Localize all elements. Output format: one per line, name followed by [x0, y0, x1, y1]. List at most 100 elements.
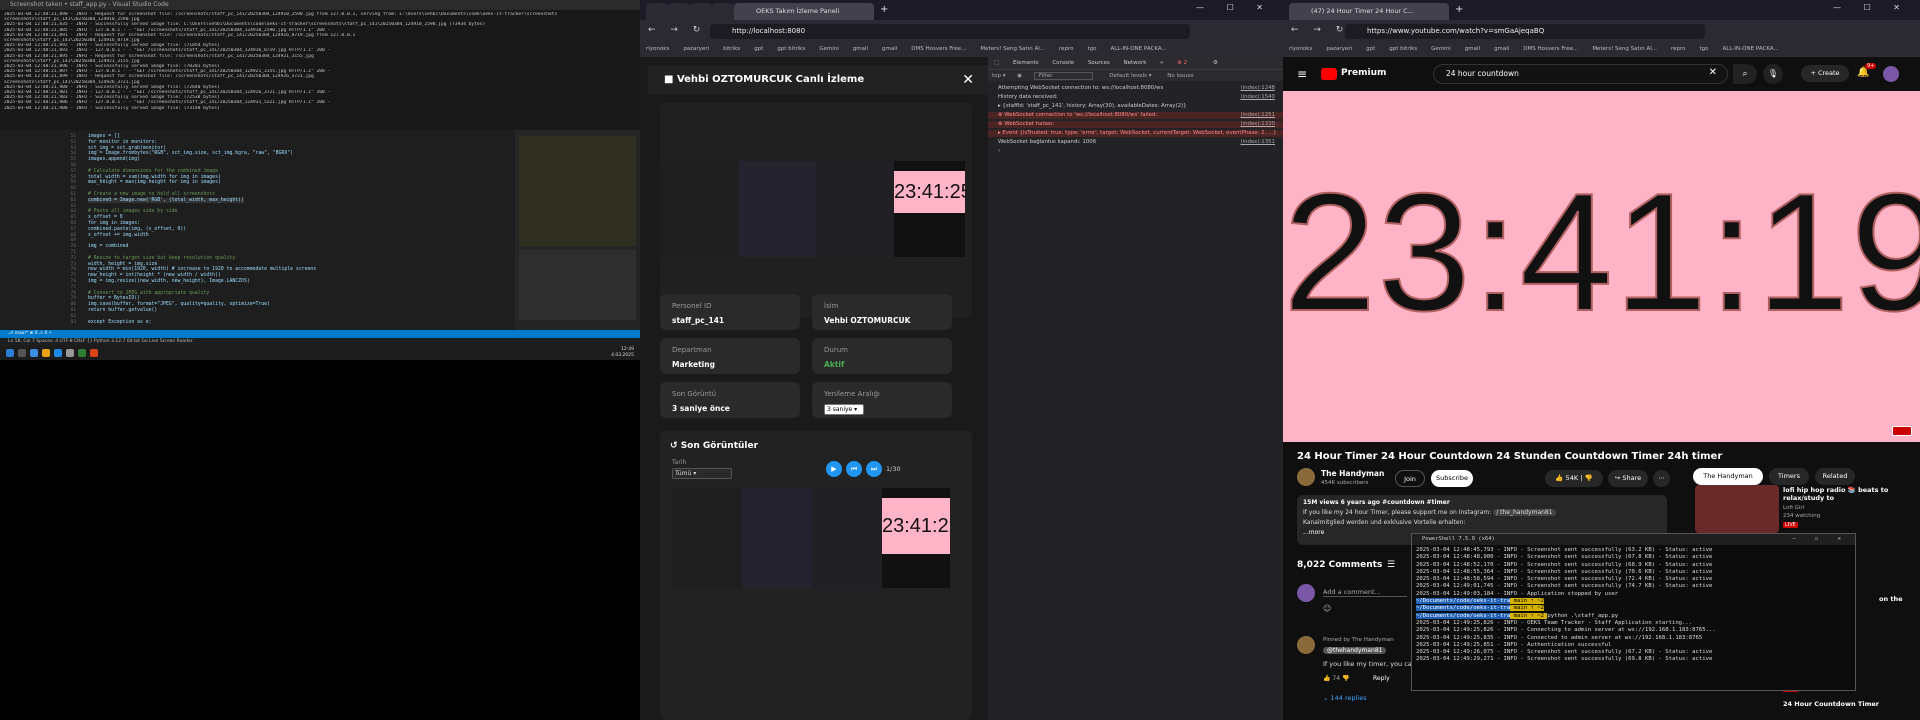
bookmark-item[interactable]: gpt	[1366, 46, 1375, 52]
share-button[interactable]: ↪ Share	[1608, 470, 1648, 487]
window-controls[interactable]: — ☐ ✕	[1833, 3, 1910, 12]
side-video-thumbnail[interactable]	[1695, 485, 1779, 533]
explorer-icon[interactable]	[42, 349, 50, 357]
terminal-icon[interactable]	[78, 349, 86, 357]
bookmark-item[interactable]: pazaryeri	[683, 46, 709, 52]
bookmark-item[interactable]: bitriks	[723, 46, 740, 52]
browser-tab[interactable]	[646, 3, 668, 20]
edge-icon[interactable]	[30, 349, 38, 357]
url-input[interactable]: http://localhost:8080	[710, 24, 1190, 39]
refresh-select[interactable]: 3 saniye ▾	[824, 404, 864, 415]
search-icon[interactable]: ⌕	[1733, 64, 1757, 84]
replies-toggle[interactable]: ⌄ 144 replies	[1323, 694, 1367, 702]
context-select[interactable]: top ▾	[992, 73, 1006, 79]
source-link[interactable]: (index):1540	[1241, 94, 1276, 101]
reply-button[interactable]: Reply	[1373, 675, 1390, 682]
editor-info-bar[interactable]: Ln 58, Col 7 Spaces: 4 UTF-8 CRLF {} Pyt…	[0, 338, 640, 346]
firefox-icon[interactable]	[90, 349, 98, 357]
tab-console[interactable]: Console	[1052, 60, 1074, 66]
date-filter-select[interactable]: Tümü ▾	[672, 468, 732, 479]
tab-sources[interactable]: Sources	[1088, 60, 1110, 66]
show-more-link[interactable]: ...more	[1303, 529, 1324, 536]
bookmark-item[interactable]: DMS Hosvers Free...	[1523, 46, 1578, 52]
bookmark-item[interactable]: gpt	[754, 46, 763, 52]
start-icon[interactable]	[6, 349, 14, 357]
chip-the-handyman[interactable]: The Handyman	[1693, 468, 1763, 485]
avatar[interactable]	[1883, 66, 1899, 82]
window-controls[interactable]: — ☐ ✕	[1196, 3, 1273, 12]
source-link[interactable]: (index):1351	[1241, 139, 1276, 146]
browser-tab[interactable]	[690, 3, 712, 20]
browser-tab-active[interactable]: (47) 24 Hour Timer 24 Hour C...	[1289, 3, 1449, 20]
sort-icon[interactable]: ☰	[1387, 560, 1395, 570]
bookmark-item[interactable]: gpt bitriks	[777, 46, 805, 52]
bookmark-item[interactable]: tgo	[1700, 46, 1709, 52]
bookmark-item[interactable]: riyonoks	[1289, 46, 1312, 52]
app-icon[interactable]	[66, 349, 74, 357]
search-input[interactable]: 24 hour countdown	[1446, 69, 1519, 78]
prev-button[interactable]: ⏮	[846, 461, 862, 477]
clock[interactable]: 12:49 4.03.2025	[611, 347, 634, 358]
menu-icon[interactable]: ≡	[1297, 67, 1307, 81]
bookmark-item[interactable]: pazaryeri	[1326, 46, 1352, 52]
status-bar[interactable]: ⎇ main* ⊗ 0 ⚠ 0 ⚡	[0, 330, 640, 338]
new-tab-icon[interactable]: +	[1455, 4, 1463, 15]
bookmark-item[interactable]: Gemini	[819, 46, 839, 52]
nav-buttons[interactable]: ← → ↻	[1291, 25, 1349, 35]
comment-author[interactable]: @thehandyman81	[1323, 647, 1387, 654]
levels-select[interactable]: Default levels ▾	[1109, 73, 1151, 79]
live-screenshot[interactable]: 23:41:25	[660, 161, 965, 257]
bookmark-item[interactable]: ALL-IN-ONE PACKA...	[1723, 46, 1779, 52]
clear-search-icon[interactable]: ✕	[1709, 67, 1717, 78]
video-player[interactable]: 23:41:19	[1283, 91, 1920, 442]
comment-like-button[interactable]: 👍 74 👎	[1323, 675, 1349, 682]
vscode-icon[interactable]	[54, 349, 62, 357]
emoji-icon[interactable]: ☺	[1323, 604, 1331, 613]
bookmark-item[interactable]: tgo	[1088, 46, 1097, 52]
bookmark-item[interactable]: ALL-IN-ONE PACKA...	[1111, 46, 1167, 52]
gear-icon[interactable]: ⚙	[1213, 60, 1218, 66]
bookmark-item[interactable]: gmail	[1494, 46, 1509, 52]
bookmark-item[interactable]: gmail	[853, 46, 868, 52]
bookmark-item[interactable]: Gemini	[1431, 46, 1451, 52]
commenter-avatar[interactable]	[1297, 636, 1315, 654]
join-button[interactable]: Join	[1395, 470, 1425, 487]
eye-icon[interactable]: ◉	[1017, 73, 1022, 79]
like-button[interactable]: 👍 54K | 👎	[1545, 470, 1603, 487]
channel-avatar[interactable]	[1297, 468, 1315, 486]
issues-button[interactable]: No Issues	[1167, 73, 1193, 79]
source-link[interactable]: (index):1248	[1241, 85, 1276, 92]
source-link[interactable]: (index):1251	[1241, 112, 1276, 119]
chip-related[interactable]: Related	[1815, 468, 1855, 485]
tab-more[interactable]: »	[1160, 60, 1163, 66]
bookmark-item[interactable]: repro	[1671, 46, 1686, 52]
bookmark-item[interactable]: gmail	[882, 46, 897, 52]
browser-tab-active[interactable]: OEKS Takım İzleme Paneli	[734, 3, 874, 20]
browser-tab[interactable]	[712, 3, 734, 20]
youtube-logo-text[interactable]: Premium	[1341, 68, 1386, 78]
search-box[interactable]: 24 hour countdown ✕	[1433, 64, 1728, 84]
chip-timers[interactable]: Timers	[1769, 468, 1809, 485]
bookmark-item[interactable]: gmail	[1465, 46, 1480, 52]
comment-input[interactable]: Add a comment...	[1323, 588, 1407, 597]
history-screenshot[interactable]: 23:41:22	[672, 488, 950, 588]
bookmark-item[interactable]: riyonoks	[646, 46, 669, 52]
more-actions-button[interactable]: ⋯	[1653, 470, 1670, 487]
source-link[interactable]: (index):1330	[1241, 121, 1276, 128]
bookmark-item[interactable]: DMS Hosvers Free...	[911, 46, 966, 52]
new-tab-icon[interactable]: +	[880, 4, 888, 15]
nav-buttons[interactable]: ← → ↻	[648, 25, 706, 35]
next-button[interactable]: ⏭	[866, 461, 882, 477]
channel-name[interactable]: The Handyman	[1321, 469, 1384, 478]
code-editor[interactable]: 51 images = [] 52 for monitor in monitors: 5…	[0, 130, 515, 330]
youtube-logo-icon[interactable]	[1321, 68, 1337, 80]
browser-tab[interactable]	[668, 3, 690, 20]
tab-network[interactable]: Network	[1123, 60, 1146, 66]
terminal-log-panel[interactable]: 2025-03-04 12:48:21,890 - INFO - Request…	[0, 10, 640, 130]
bookmark-item[interactable]: Meters! Seng Satın Al...	[980, 46, 1045, 52]
create-button[interactable]: + Create	[1801, 65, 1849, 82]
powershell-window[interactable]: PowerShell 7.5.0 (x64) — ☐ ✕ 2025-03-04 …	[1411, 533, 1856, 691]
side-video-title[interactable]: 24 Hour Countdown Timer	[1783, 700, 1879, 708]
bookmark-item[interactable]: repro	[1059, 46, 1074, 52]
side-video-title[interactable]: lofi hip hop radio 📚 beats to relax/stud…	[1783, 486, 1901, 502]
